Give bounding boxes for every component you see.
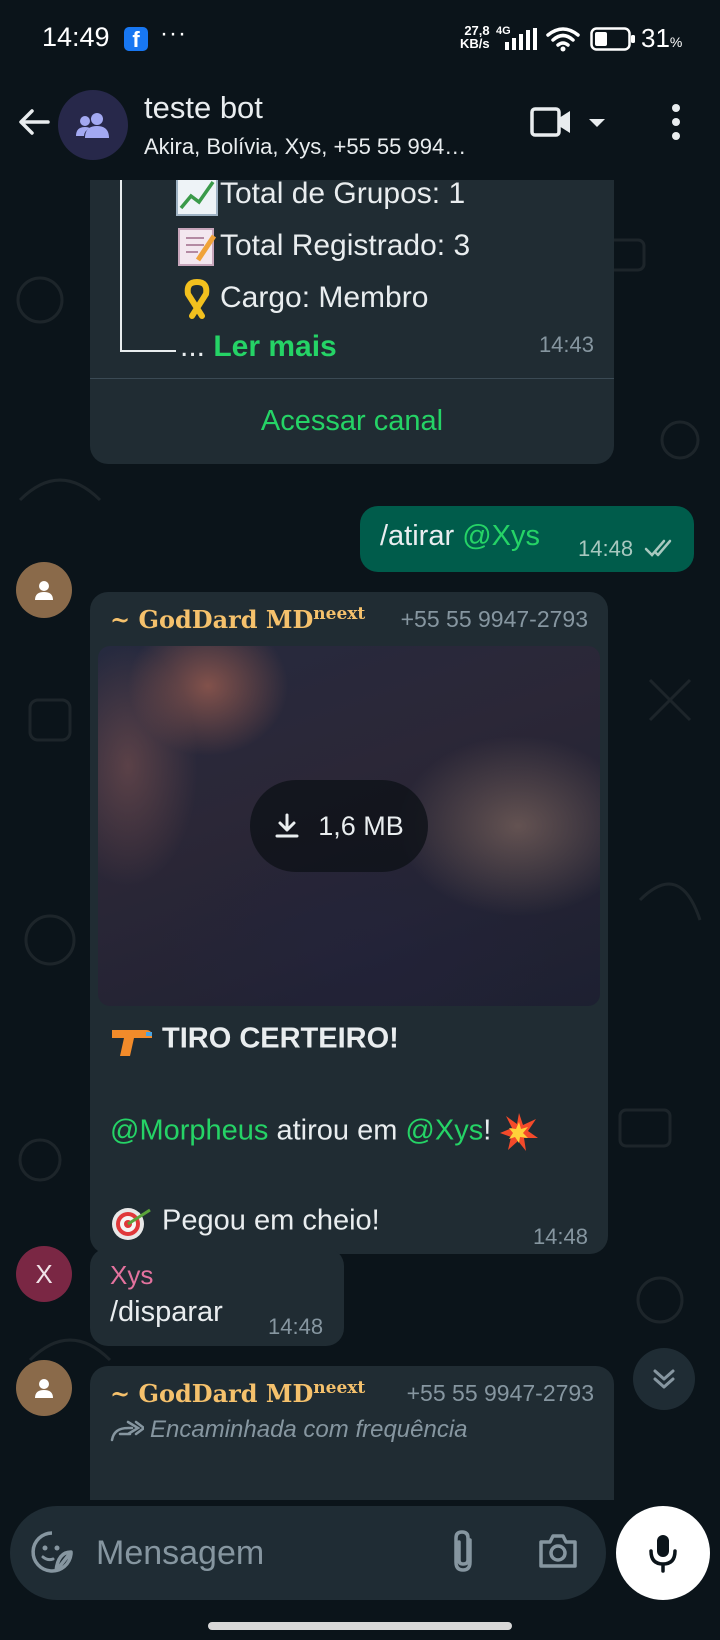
double-check-icon [644,539,672,557]
more-notifications-indicator: ··· [160,20,187,47]
forwarded-text: Encaminhada com frequência [150,1416,468,1443]
video-call-icon[interactable] [530,106,572,138]
chat-messages[interactable]: Total de Grupos: 1 Total Registrado: 3 C… [0,180,720,1500]
paperclip-icon[interactable] [448,1528,478,1576]
message-input[interactable] [96,1524,416,1582]
sender-name[interactable]: ~ GodDard MDneext [110,1378,365,1408]
download-icon [275,813,299,838]
message-after: ! [483,1114,500,1147]
cellular-signal-icon [505,28,537,50]
message-title: TIRO CERTEIRO! [162,1022,399,1055]
message-time: 14:48 [578,536,634,561]
message-time: 14:43 [538,332,594,357]
message-time: 14:48 [268,1314,324,1339]
collision-icon [500,1113,539,1151]
stat-line: Total Registrado: 3 [120,226,470,268]
download-button[interactable]: 1,6 MB [250,780,428,872]
battery-icon [590,27,635,51]
media-preview[interactable]: 1,6 MB [98,646,600,1006]
avatar[interactable]: X [16,1246,72,1302]
chat-title[interactable]: teste bot [144,90,263,126]
battery-percentage: 31% [641,23,682,54]
network-speed: 27,8 KB/s [460,24,490,50]
voice-message-button[interactable] [616,1506,710,1600]
mention-link[interactable]: @Xys [462,520,540,552]
double-chevron-down-icon [653,1369,675,1389]
message-title-line: TIRO CERTEIRO! [110,1022,399,1058]
read-more-prefix: ... [180,330,214,363]
tree-line-end [120,350,176,352]
avatar[interactable] [16,562,72,618]
group-icon [76,113,109,138]
avatar[interactable] [16,1360,72,1416]
person-icon [35,1379,53,1398]
message-bubble-bot[interactable]: ~ GodDard MDneext +55 55 9947-2793 1,6 M… [90,592,608,1254]
sender-name-text: ~ GodDard MD [110,1379,314,1408]
chat-header: teste bot Akira, Bolívia, Xys, +55 55 99… [0,80,720,180]
person-icon [35,581,53,600]
wifi-icon [546,27,580,52]
system-navigation-bar [0,1600,720,1640]
message-bubble-outgoing[interactable]: /atirar @Xys 14:48 [360,506,694,572]
home-indicator[interactable] [208,1622,512,1630]
chat-participants[interactable]: Akira, Bolívia, Xys, +55 55 994… [144,134,466,160]
message-footer-line: Pegou em cheio! [110,1202,380,1242]
sender-phone[interactable]: +55 55 9947-2793 [401,606,588,633]
group-avatar[interactable] [58,90,128,160]
stat-line: Total de Grupos: 1 [120,180,465,216]
access-channel-button[interactable]: Acessar canal [90,378,614,464]
sender-name[interactable]: ~ GodDard MDneext [110,604,365,634]
ribbon-icon [184,279,210,319]
media-size: 1,6 MB [318,810,404,841]
message-bubble-incoming[interactable]: Xys /disparar 14:48 [90,1248,344,1346]
message-text: /disparar [110,1296,223,1328]
chart-increasing-icon [176,180,218,216]
stat-cargo: Cargo: Membro [220,280,429,314]
battery-value: 31 [641,23,670,53]
arrow-left-icon[interactable] [16,104,52,140]
sender-name[interactable]: Xys [110,1260,153,1291]
sender-name-suffix: neext [313,1378,366,1398]
message-composer [10,1506,606,1600]
battery-unit: % [669,34,683,50]
camera-icon[interactable] [538,1532,578,1570]
forwarded-icon [110,1420,147,1441]
sticker-icon[interactable] [30,1530,74,1574]
read-more-link[interactable]: Ler mais [213,330,336,363]
mention-link[interactable]: @Xys [405,1115,483,1147]
message-bubble-stats[interactable]: Total de Grupos: 1 Total Registrado: 3 C… [90,180,614,464]
network-speed-unit: KB/s [460,36,490,51]
message-text: /atirar @Xys [380,520,540,553]
stat-line: Cargo: Membro [120,278,428,320]
message-footer: Pegou em cheio! [154,1204,380,1237]
read-more-line: ... Ler mais [180,330,337,364]
facebook-notification-icon: f [124,27,148,52]
message-time: 14:48 [532,1224,588,1249]
water-pistol-icon [112,1030,152,1056]
sender-name-text: ~ GodDard MD [110,605,314,634]
stat-total-registrado: Total Registrado: 3 [220,228,471,262]
sender-name-suffix: neext [313,604,366,624]
forwarded-label: Encaminhada com frequência [110,1416,468,1444]
sender-phone[interactable]: +55 55 9947-2793 [407,1380,594,1407]
stat-total-grupos: Total de Grupos: 1 [220,180,466,210]
mention-link[interactable]: @Morpheus [110,1115,268,1147]
chevron-down-icon[interactable] [588,118,606,128]
more-vert-icon[interactable] [664,102,688,142]
message-middle: atirou em [268,1114,406,1147]
mic-icon [649,1535,677,1573]
message-bubble-bot[interactable]: ~ GodDard MDneext +55 55 9947-2793 Encam… [90,1366,614,1500]
status-time: 14:49 [42,22,110,52]
target-icon [112,1208,151,1240]
scroll-to-bottom-button[interactable] [633,1348,695,1410]
message-body-line: @Morpheus atirou em @Xys! [110,1112,539,1152]
command-text: /atirar [380,520,463,552]
status-bar: 14:49 f ··· 27,8 KB/s 4G 31% [0,0,720,80]
memo-icon [178,228,217,266]
